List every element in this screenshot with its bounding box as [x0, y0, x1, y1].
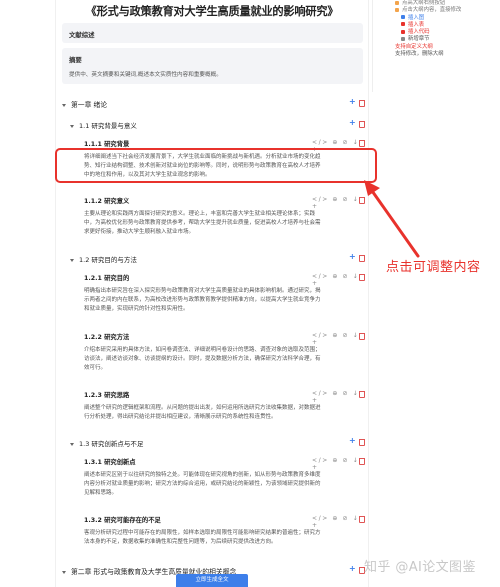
section-1-2-3-text[interactable]: 阐述整个研究的逻辑框架和流程。从问题的提出出发，如何运用所选研究方法收集数据，对… [84, 404, 352, 422]
abstract-body: 提供中、英文摘要和关键词,概述本文实质性内容和重要概概。 [69, 72, 222, 78]
tip-item: 支持自定义大纲 [395, 43, 433, 50]
tip-item: 支持修改，删除大纲 [395, 51, 444, 58]
section-1-2-2-title[interactable]: 1.2.2 研究方法 [84, 332, 129, 341]
section-1-2-title: 1.2 研究目的与方法 [79, 256, 137, 264]
plus-icon [401, 36, 405, 41]
delete-icon[interactable] [359, 458, 365, 465]
section-1-3-title: 1.3 研究创新点与不足 [79, 440, 144, 448]
section-1-3-1-title[interactable]: 1.3.1 研究创新点 [84, 457, 136, 466]
collapse-caret-icon[interactable] [70, 442, 74, 446]
text-line: 访谈法，阐述访谈对象、访谈提纲的设计。同时，提及数据分析方法，确保研究方法科学合… [84, 356, 321, 362]
section-1-1-2-text[interactable]: 主要从理论和实践两方面探讨研究的意义。理论上，丰富和完善大学生就业相关理论体系；… [84, 210, 352, 237]
text-line: 行分析处理，得出研究结论并提出相应建议，清晰展示研究的系统性和连贯性。 [84, 414, 277, 420]
watermark-text: 知乎 @AI论文图鉴 [364, 560, 476, 575]
generate-full-text-button[interactable]: 立即生成全文 [176, 574, 248, 587]
section-1-2-heading[interactable]: 1.2 研究目的与方法 [70, 254, 137, 264]
sidebar-insert-table[interactable]: 插入表 [373, 22, 500, 29]
pointer-icon [395, 7, 399, 12]
delete-icon[interactable] [359, 140, 365, 147]
section-1-1-2-title[interactable]: 1.1.2 研究意义 [84, 196, 129, 205]
section-1-2-1-text[interactable]: 明确指出本研究旨在深入探究形势与政策教育对大学生高质量就业的具体影响机制。通过研… [84, 287, 352, 314]
delete-icon[interactable] [359, 516, 365, 523]
section-1-2-1-title[interactable]: 1.2.1 研究目的 [84, 273, 129, 282]
add-section-icon[interactable]: + [349, 98, 356, 106]
section-1-3-2-text[interactable]: 客观分析研究过程中可能存在的局限性，如样本选取的局限性可能影响研究结果的普遍性；… [84, 529, 352, 547]
text-line: 明确指出本研究旨在深入探究形势与政策教育对大学生高质量就业的具体影响机制。通过研… [84, 288, 321, 294]
text-line: 介绍本研究采用的具体方法，如问卷调查法、详细说明问卷设计的思路、调查对象的选取及… [84, 347, 321, 353]
section-1-2-2-text[interactable]: 介绍本研究采用的具体方法，如问卷调查法、详细说明问卷设计的思路、调查对象的选取及… [84, 346, 352, 373]
add-section-icon[interactable]: + [349, 253, 356, 261]
delete-icon[interactable] [359, 121, 365, 128]
text-line: 法本身的不足，数据收集的准确性和完整性问题等，为后续研究提供改进方向。 [84, 539, 277, 545]
text-line: 阐述整个研究的逻辑框架和流程。从问题的提出出发，如何运用所选研究方法收集数据，对… [84, 405, 321, 411]
outline-document: 《形式与政策教育对大学生高质量就业的影响研究》 文献综述 摘要 提供中、英文摘要… [56, 0, 368, 587]
section-1-3-heading[interactable]: 1.3 研究创新点与不足 [70, 438, 143, 448]
text-line: 见解和思路。 [84, 490, 118, 496]
section-1-1-heading[interactable]: 1.1 研究背景与意义 [70, 120, 137, 130]
delete-icon[interactable] [359, 391, 365, 398]
sidebar-add-chapter[interactable]: 新增章节 [373, 36, 500, 43]
text-line: 和就业质量，实现研究的针对性和实用性。 [84, 306, 189, 312]
text-line: 内容分析对就业质量的影响；研究方法的综合运用，或研究结论的新颖性，为该领域研究提… [84, 481, 321, 487]
pointer-icon [395, 0, 399, 5]
delete-icon[interactable] [359, 274, 365, 281]
text-line: 客观分析研究过程中可能存在的局限性，如样本选取的局限性可能影响研究结果的普遍性；… [84, 530, 321, 536]
lit-review-box[interactable]: 文献综述 [62, 23, 363, 43]
section-1-1-title: 1.1 研究背景与意义 [79, 122, 137, 130]
delete-icon[interactable] [359, 333, 365, 340]
text-line: 主要从理论和实践两方面探讨研究的意义。理论上，丰富和完善大学生就业相关理论体系；… [84, 211, 316, 217]
section-1-2-3-title[interactable]: 1.2.3 研究思路 [84, 390, 129, 399]
add-section-icon[interactable]: + [349, 119, 356, 127]
text-line: 求更好衔接，推动大学生顺利融入就业市场。 [84, 229, 195, 235]
image-icon [401, 15, 405, 20]
delete-icon[interactable] [359, 439, 365, 446]
abstract-box[interactable]: 摘要 提供中、英文摘要和关键词,概述本文实质性内容和重要概概。 [62, 48, 363, 84]
add-section-icon[interactable]: + [349, 565, 356, 573]
sidebar-insert-code[interactable]: 插入代码 [373, 29, 500, 36]
table-icon [401, 22, 405, 27]
lit-review-label: 文献综述 [69, 31, 95, 39]
highlight-box [55, 148, 377, 183]
text-line: 阐述本研究区别于以往研究的独特之处。可能体现在研究视角的创新，如从形势与政策教育… [84, 472, 321, 478]
collapse-caret-icon[interactable] [70, 258, 74, 262]
callout-text: 点击可调整内容 [386, 260, 481, 275]
collapse-caret-icon[interactable] [70, 124, 74, 128]
delete-icon[interactable] [359, 100, 365, 107]
text-line: 示两者之间的内在联系，为高校改进形势与政策教育教学提供精准方向，以提高大学生就业… [84, 297, 321, 303]
collapse-caret-icon[interactable] [62, 570, 66, 574]
code-icon [401, 29, 405, 34]
document-title[interactable]: 《形式与政策教育对大学生高质量就业的影响研究》 [56, 3, 368, 19]
chapter1-title: 第一章 绪论 [71, 101, 108, 109]
callout-arrow-icon [364, 180, 420, 258]
collapse-caret-icon[interactable] [62, 103, 66, 107]
chapter1-heading[interactable]: 第一章 绪论 [62, 99, 107, 109]
add-section-icon[interactable]: + [349, 437, 356, 445]
section-1-3-1-text[interactable]: 阐述本研究区别于以往研究的独特之处。可能体现在研究视角的创新，如从形势与政策教育… [84, 471, 352, 498]
abstract-label: 摘要 [69, 56, 82, 64]
tips-sidebar: 点高大纲右侧按钮 点击大纲内容，直接修改 插入图 插入表 插入代码 新增章节 支… [372, 0, 500, 92]
section-1-1-1-title[interactable]: 1.1.1 研究背景 [84, 139, 129, 148]
tip-item: 点击大纲内容，直接修改 [373, 7, 500, 14]
sidebar-insert-image[interactable]: 插入图 [373, 15, 500, 22]
section-1-3-2-title[interactable]: 1.3.2 研究可能存在的不足 [84, 515, 161, 524]
text-line: 效可行。 [84, 365, 107, 371]
text-line: 中，为高校优化形势与政策教育提供参考，帮助大学生提升就业质量，促进高校人才培养与… [84, 220, 321, 226]
